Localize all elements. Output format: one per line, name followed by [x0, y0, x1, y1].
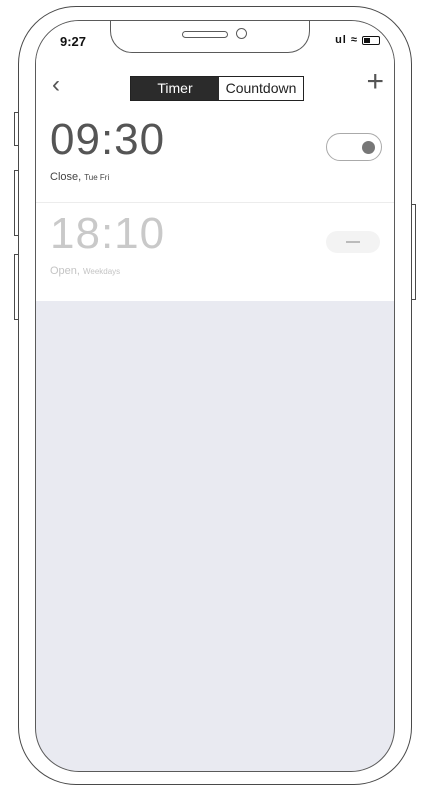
- mode-segmented-control: Timer Countdown: [130, 76, 304, 101]
- status-bar: 9:27 ul ≈: [36, 21, 394, 67]
- toggle-dash-icon: [346, 241, 360, 243]
- timer-days: Weekdays: [82, 267, 121, 276]
- timer-action: Open,: [50, 265, 80, 277]
- back-chevron-icon[interactable]: ‹: [52, 71, 60, 99]
- battery-icon: [362, 35, 380, 45]
- status-time: 9:27: [60, 34, 87, 49]
- notch: [110, 21, 310, 53]
- tab-timer[interactable]: Timer: [131, 77, 219, 100]
- status-icons: ul ≈: [335, 34, 380, 46]
- front-camera: [236, 28, 247, 39]
- tab-countdown[interactable]: Countdown: [219, 77, 303, 100]
- timer-row[interactable]: 18:10 Open, Weekdays: [36, 203, 394, 301]
- timer-description: Close, Tue Fri: [50, 171, 109, 183]
- signal-wifi-icon: ul ≈: [335, 34, 358, 46]
- timer-row[interactable]: 09:30 Close, Tue Fri: [36, 109, 394, 203]
- add-timer-plus-icon[interactable]: +: [366, 65, 384, 99]
- timer-enable-toggle[interactable]: [326, 231, 380, 253]
- toggle-knob: [362, 141, 375, 154]
- timer-time: 09:30: [50, 115, 166, 164]
- phone-screen: 9:27 ul ≈ ‹ Timer Countdown + 09:30 Clos…: [35, 20, 395, 772]
- timer-days: Tue Fri: [84, 173, 110, 182]
- timer-list: 09:30 Close, Tue Fri 18:10 Open, Weekdays: [36, 109, 394, 301]
- nav-bar: ‹ Timer Countdown +: [36, 65, 394, 109]
- timer-description: Open, Weekdays: [50, 265, 120, 277]
- timer-action: Close,: [50, 171, 82, 183]
- timer-time: 18:10: [50, 209, 166, 258]
- timer-enable-toggle[interactable]: [326, 133, 382, 161]
- speaker: [182, 31, 228, 38]
